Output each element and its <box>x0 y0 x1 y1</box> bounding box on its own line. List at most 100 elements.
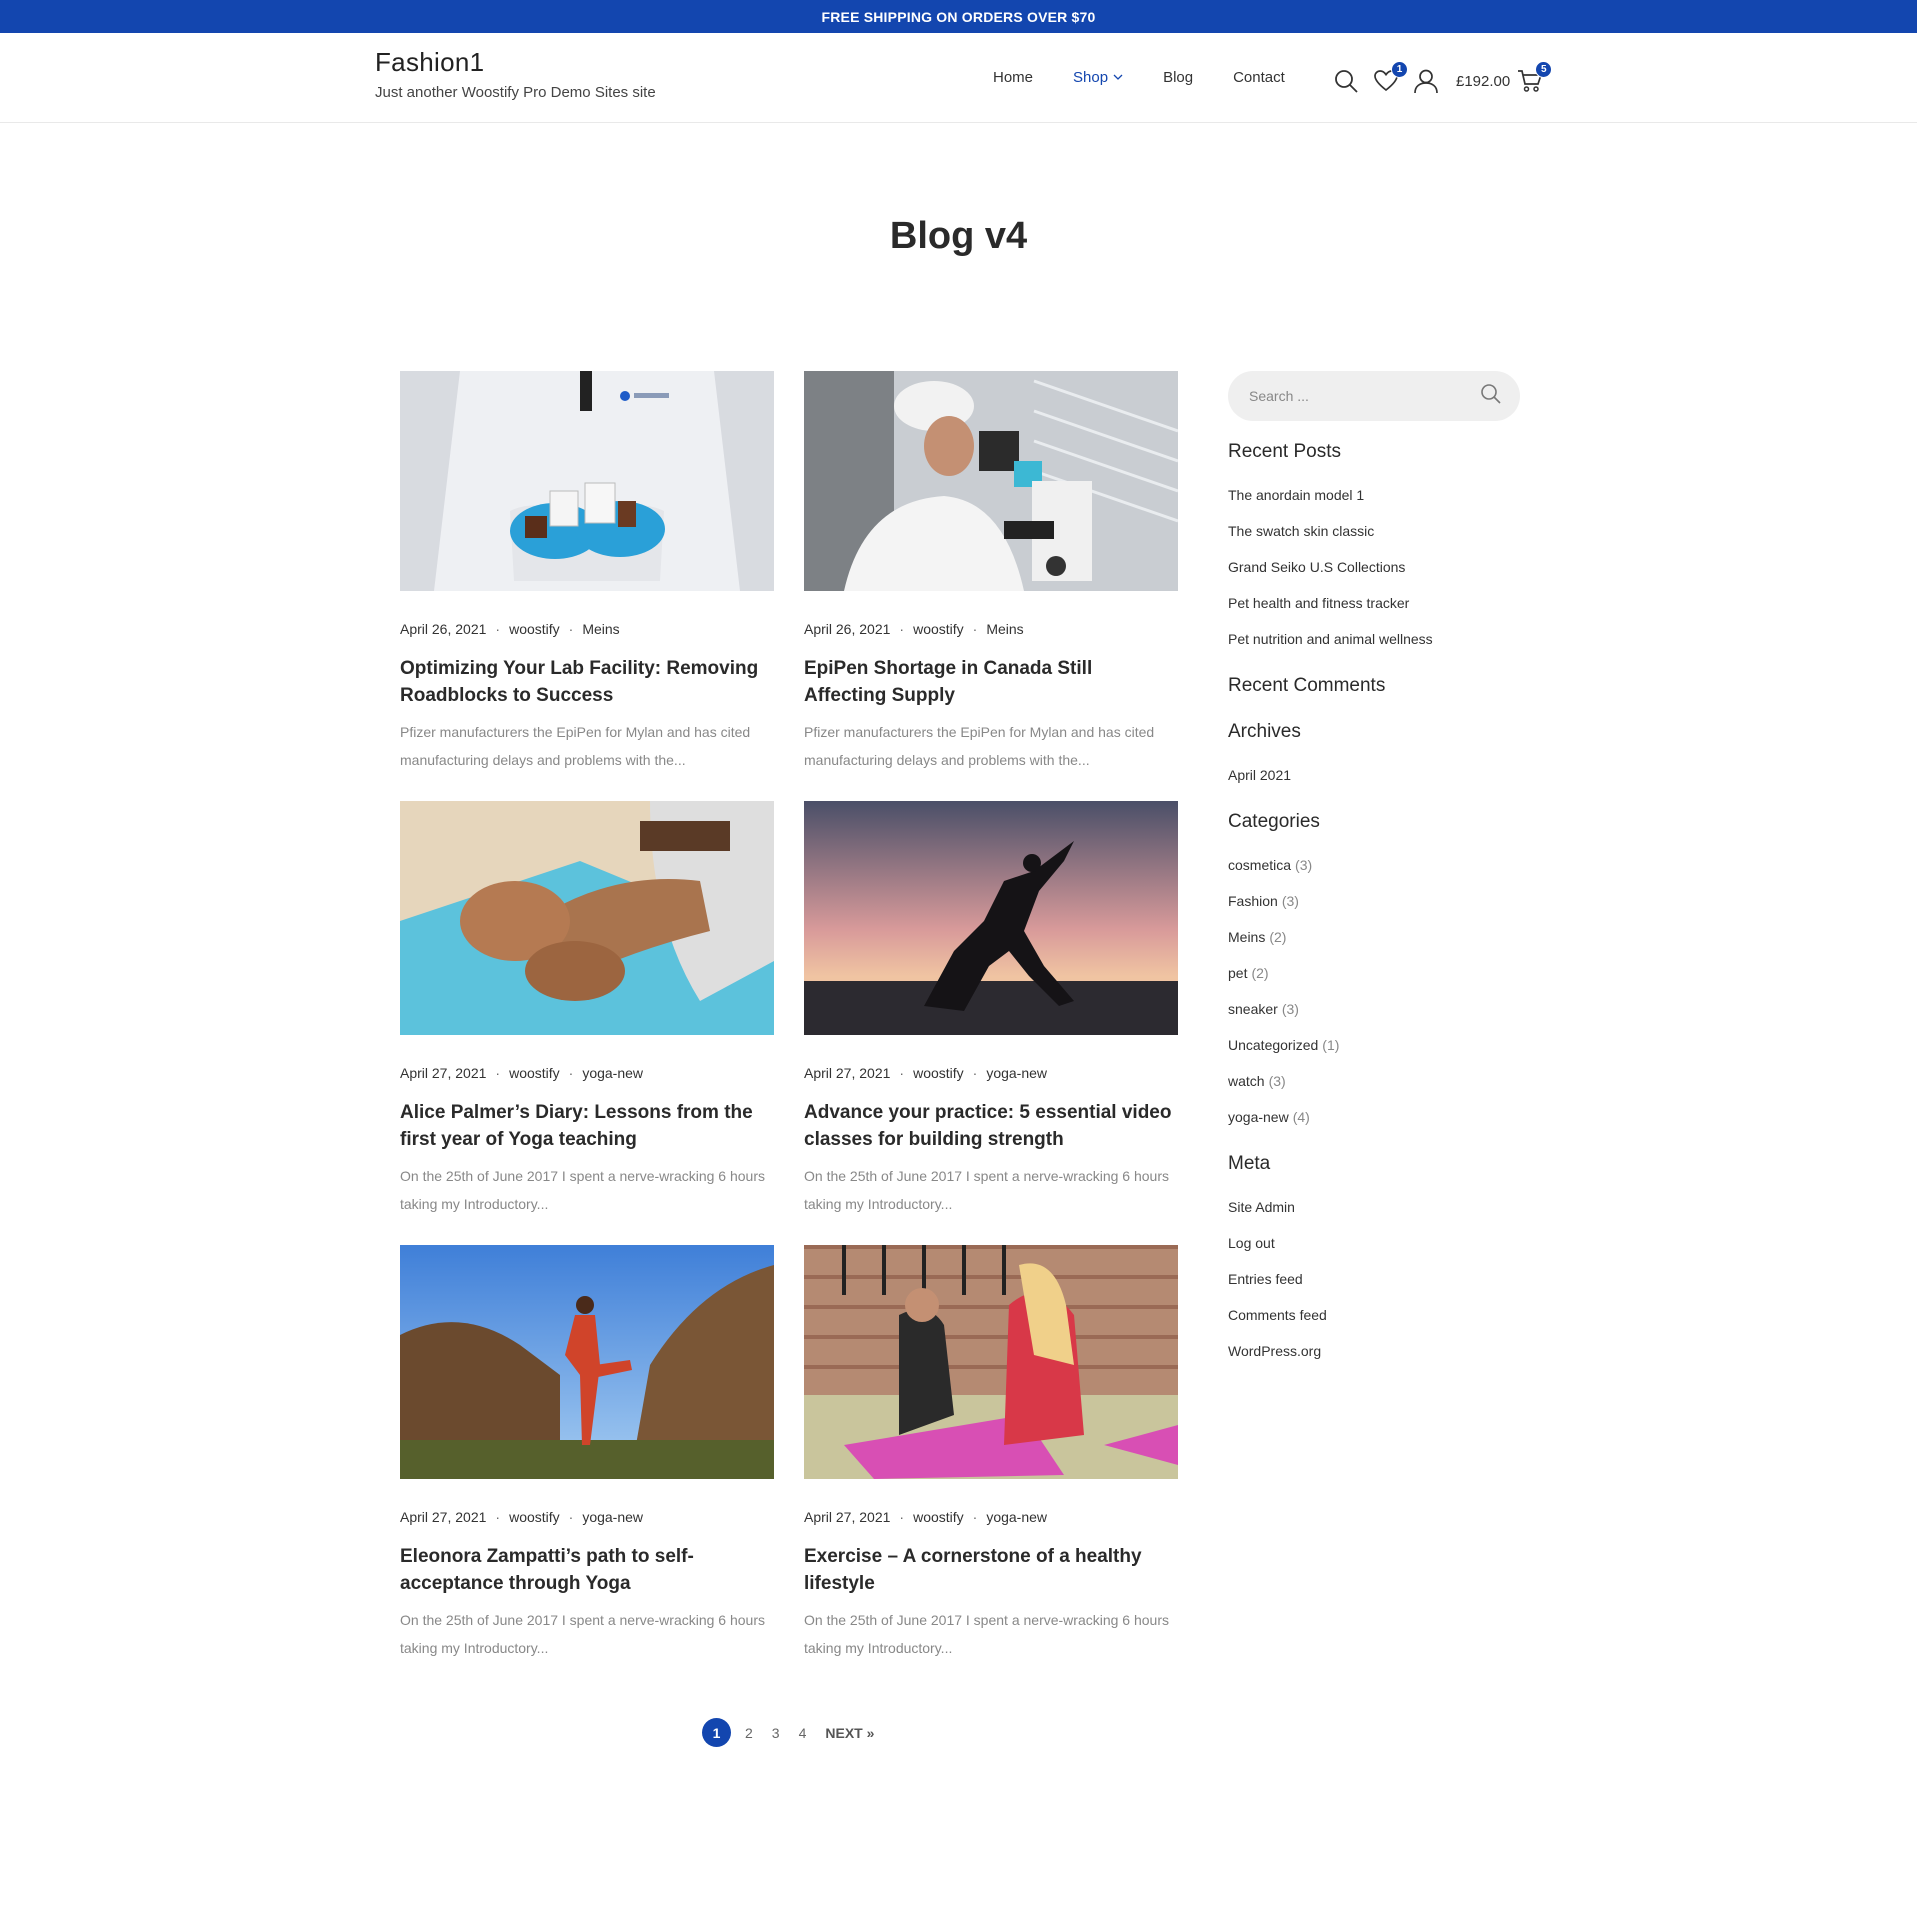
post-excerpt: On the 25th of June 2017 I spent a nerve… <box>804 1168 1170 1212</box>
post-date[interactable]: April 27, 2021 <box>804 1065 890 1081</box>
header-icons: 1 £192.00 5 <box>1332 61 1556 101</box>
post-date[interactable]: April 27, 2021 <box>804 1509 890 1525</box>
recent-posts-title: Recent Posts <box>1228 441 1341 462</box>
recent-post-link[interactable]: Pet nutrition and animal wellness <box>1228 621 1520 657</box>
post-author[interactable]: woostify <box>509 1065 560 1081</box>
post-author[interactable]: woostify <box>509 1509 560 1525</box>
post-card: April 26, 2021 · woostify · Meins Optimizing… <box>400 371 774 774</box>
category-item: Fashion (3) <box>1228 883 1520 919</box>
next-page-link[interactable]: NEXT » <box>825 1725 874 1741</box>
post-author[interactable]: woostify <box>913 1065 964 1081</box>
meta-title: Meta <box>1228 1153 1271 1174</box>
post-date[interactable]: April 26, 2021 <box>400 621 486 637</box>
post-excerpt: Pfizer manufacturers the EpiPen for Myla… <box>400 724 751 768</box>
recent-post-link[interactable]: The anordain model 1 <box>1228 477 1520 513</box>
category-item: yoga-new (4) <box>1228 1099 1520 1135</box>
nav-home[interactable]: Home <box>993 69 1033 86</box>
post-title[interactable]: Exercise – A cornerstone of a healthy li… <box>804 1543 1178 1597</box>
nav-home-label: Home <box>993 69 1034 86</box>
post-author[interactable]: woostify <box>913 1509 964 1525</box>
post-title[interactable]: Eleonora Zampatti’s path to self-accepta… <box>400 1543 774 1597</box>
category-link[interactable]: Uncategorized <box>1228 1037 1318 1053</box>
post-category[interactable]: yoga-new <box>582 1509 643 1525</box>
post-card: April 26, 2021 · woostify · Meins EpiPen Sho… <box>804 371 1178 774</box>
category-count: (1) <box>1322 1037 1340 1053</box>
page-link[interactable]: 3 <box>772 1725 780 1741</box>
category-link[interactable]: Fashion <box>1228 893 1278 909</box>
wishlist-heart-icon[interactable]: 1 <box>1372 61 1408 95</box>
post-meta: April 27, 2021 · woostify · yoga-new <box>400 1509 644 1525</box>
recent-post-link[interactable]: Grand Seiko U.S Collections <box>1228 549 1520 585</box>
category-link[interactable]: pet <box>1228 965 1247 981</box>
page-link[interactable]: 2 <box>745 1725 753 1741</box>
recent-post-link[interactable]: The swatch skin classic <box>1228 513 1520 549</box>
post-thumbnail[interactable] <box>400 1245 774 1484</box>
category-link[interactable]: watch <box>1228 1073 1265 1089</box>
post-author[interactable]: woostify <box>913 621 964 637</box>
post-title[interactable]: Optimizing Your Lab Facility: Removing R… <box>400 655 774 709</box>
meta-link[interactable]: Comments feed <box>1228 1297 1520 1333</box>
post-thumbnail[interactable] <box>804 801 1178 1040</box>
post-author[interactable]: woostify <box>509 621 560 637</box>
site-tagline: Just another Woostify Pro Demo Sites sit… <box>375 84 656 101</box>
post-title[interactable]: Advance your practice: 5 essential video… <box>804 1099 1178 1153</box>
category-item: Meins (2) <box>1228 919 1520 955</box>
meta-link[interactable]: Log out <box>1228 1225 1520 1261</box>
meta-list: Site Admin Log out Entries feed Comments… <box>1228 1189 1520 1369</box>
post-thumbnail[interactable] <box>400 371 774 596</box>
post-thumbnail[interactable] <box>804 1245 1178 1484</box>
sidebar-search-input[interactable]: Search ... <box>1228 371 1520 421</box>
post-card: April 27, 2021 · woostify · yoga-new Exercis… <box>804 1245 1178 1662</box>
meta-link[interactable]: Site Admin <box>1228 1189 1520 1225</box>
categories-list: cosmetica (3) Fashion (3) Meins (2) pet (2) … <box>1228 847 1520 1135</box>
brand: Fashion1 Just another Woostify Pro Demo … <box>375 47 656 101</box>
category-link[interactable]: sneaker <box>1228 1001 1278 1017</box>
category-link[interactable]: Meins <box>1228 929 1265 945</box>
post-category[interactable]: Meins <box>986 621 1023 637</box>
sidebar: Search ... Recent Posts The anordain mod… <box>1228 371 1520 1369</box>
meta-link[interactable]: Entries feed <box>1228 1261 1520 1297</box>
category-count: (2) <box>1269 929 1287 945</box>
post-category[interactable]: Meins <box>582 621 619 637</box>
post-meta: April 27, 2021 · woostify · yoga-new <box>804 1065 1048 1081</box>
page-link[interactable]: 4 <box>799 1725 807 1741</box>
cart-count-badge: 5 <box>1535 61 1553 78</box>
post-date[interactable]: April 27, 2021 <box>400 1065 486 1081</box>
category-count: (2) <box>1251 965 1269 981</box>
category-count: (4) <box>1292 1109 1310 1125</box>
archive-link[interactable]: April 2021 <box>1228 757 1520 793</box>
nav-contact[interactable]: Contact <box>1233 69 1285 86</box>
search-placeholder: Search ... <box>1249 388 1309 404</box>
post-category[interactable]: yoga-new <box>986 1509 1047 1525</box>
nav-blog[interactable]: Blog <box>1163 69 1193 86</box>
post-title[interactable]: Alice Palmer’s Diary: Lessons from the f… <box>400 1099 774 1153</box>
chevron-down-icon <box>1113 72 1123 84</box>
recent-posts-list: The anordain model 1 The swatch skin cla… <box>1228 477 1520 657</box>
post-date[interactable]: April 27, 2021 <box>400 1509 486 1525</box>
post-thumbnail[interactable] <box>804 371 1178 596</box>
site-title[interactable]: Fashion1 <box>375 47 656 78</box>
post-meta: April 27, 2021 · woostify · yoga-new <box>400 1065 644 1081</box>
archives-list: April 2021 <box>1228 757 1520 793</box>
post-date[interactable]: April 26, 2021 <box>804 621 890 637</box>
post-category[interactable]: yoga-new <box>582 1065 643 1081</box>
account-user-icon[interactable] <box>1412 67 1440 95</box>
nav-shop[interactable]: Shop <box>1073 69 1123 86</box>
meta-link[interactable]: WordPress.org <box>1228 1333 1520 1369</box>
cart-total[interactable]: £192.00 <box>1456 73 1510 90</box>
wishlist-count-badge: 1 <box>1391 61 1408 78</box>
post-title[interactable]: EpiPen Shortage in Canada Still Affectin… <box>804 655 1178 709</box>
post-category[interactable]: yoga-new <box>986 1065 1047 1081</box>
post-excerpt: On the 25th of June 2017 I spent a nerve… <box>804 1612 1170 1656</box>
search-icon[interactable] <box>1480 383 1502 410</box>
category-link[interactable]: yoga-new <box>1228 1109 1289 1125</box>
search-icon[interactable] <box>1332 67 1360 95</box>
nav-shop-label: Shop <box>1073 69 1109 86</box>
category-item: watch (3) <box>1228 1063 1520 1099</box>
recent-post-link[interactable]: Pet health and fitness tracker <box>1228 585 1520 621</box>
post-card: April 27, 2021 · woostify · yoga-new Alice P… <box>400 801 774 1218</box>
category-count: (3) <box>1281 893 1299 909</box>
category-link[interactable]: cosmetica <box>1228 857 1291 873</box>
post-thumbnail[interactable] <box>400 801 774 1040</box>
cart-icon[interactable]: 5 <box>1516 61 1553 95</box>
